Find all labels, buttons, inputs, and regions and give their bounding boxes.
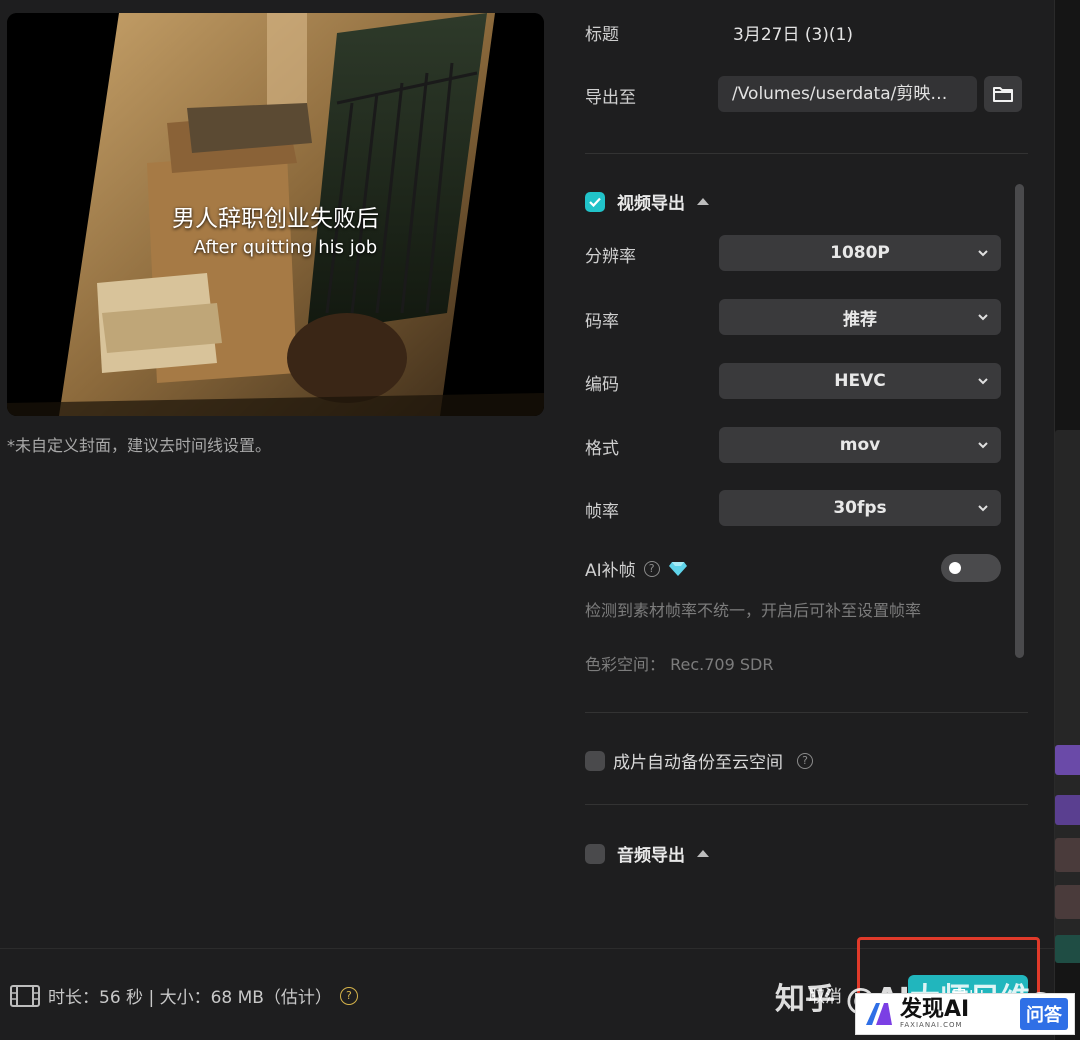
title-label: 标题 <box>585 25 619 45</box>
export-info: 时长：56 秒 | 大小：68 MB（估计） ? <box>10 983 358 1008</box>
codec-value: HEVC <box>834 371 886 391</box>
cloud-backup-row[interactable]: 成片自动备份至云空间 ? <box>585 748 813 773</box>
audio-export-header[interactable]: 音频导出 <box>585 841 709 866</box>
title-value[interactable]: 3月27日 (3)(1) <box>733 20 853 45</box>
ai-frame-label: AI补帧 <box>585 561 636 581</box>
framerate-value: 30fps <box>833 498 887 518</box>
chevron-down-icon <box>978 250 988 257</box>
resolution-value: 1080P <box>830 243 890 263</box>
export-to-label: 导出至 <box>585 88 636 108</box>
help-icon[interactable]: ? <box>339 986 358 1005</box>
format-label: 格式 <box>585 439 619 459</box>
divider <box>585 153 1028 154</box>
film-icon <box>10 984 40 1007</box>
faxianai-logo: 发现AI FAXIANAI.COM 问答 <box>855 993 1075 1035</box>
bitrate-select[interactable]: 推荐 <box>719 299 1001 335</box>
resolution-label: 分辨率 <box>585 247 636 267</box>
audio-export-title: 音频导出 <box>617 846 685 866</box>
video-export-header[interactable]: 视频导出 <box>585 189 709 214</box>
divider <box>585 804 1028 805</box>
cloud-backup-checkbox[interactable] <box>585 750 605 771</box>
video-export-checkbox[interactable] <box>585 191 605 212</box>
collapse-caret-icon[interactable] <box>697 850 709 857</box>
chevron-down-icon <box>978 314 988 321</box>
video-preview: 男人辞职创业失败后 After quitting his job <box>7 13 544 416</box>
caption-chinese: 男人辞职创业失败后 <box>172 206 379 232</box>
logo-ask-badge: 问答 <box>1020 998 1068 1030</box>
resolution-select[interactable]: 1080P <box>719 235 1001 271</box>
bitrate-label: 码率 <box>585 312 619 332</box>
format-select[interactable]: mov <box>719 427 1001 463</box>
settings-scrollbar[interactable] <box>1015 184 1024 658</box>
export-path-field[interactable]: /Volumes/userdata/剪映… <box>718 76 977 112</box>
codec-select[interactable]: HEVC <box>719 363 1001 399</box>
logo-brand: 发现AI <box>900 997 970 1022</box>
bitrate-value: 推荐 <box>843 309 877 330</box>
collapse-caret-icon[interactable] <box>697 198 709 205</box>
framerate-hint: 检测到素材帧率不统一，开启后可补至设置帧率 <box>585 601 922 620</box>
help-icon[interactable]: ? <box>797 752 813 769</box>
video-export-title: 视频导出 <box>617 194 685 214</box>
framerate-select[interactable]: 30fps <box>719 490 1001 526</box>
diamond-vip-icon <box>668 561 687 576</box>
faxianai-logo-icon <box>866 1003 892 1025</box>
chevron-down-icon <box>978 442 988 449</box>
browse-folder-button[interactable] <box>984 76 1022 112</box>
audio-export-checkbox[interactable] <box>585 843 605 864</box>
caption-english: After quitting his job <box>193 237 378 258</box>
toggle-knob <box>949 562 961 574</box>
chevron-down-icon <box>978 505 988 512</box>
background-timeline-edge <box>1054 0 1080 1040</box>
cloud-backup-label: 成片自动备份至云空间 <box>613 753 783 773</box>
codec-label: 编码 <box>585 375 619 395</box>
duration-size-text: 时长：56 秒 | 大小：68 MB（估计） <box>48 988 332 1008</box>
cover-note: *未自定义封面，建议去时间线设置。 <box>7 436 272 455</box>
help-icon[interactable]: ? <box>643 560 660 577</box>
ai-frame-row: AI补帧 ? <box>585 556 688 581</box>
color-space-info: 色彩空间： Rec.709 SDR <box>585 655 774 674</box>
chevron-down-icon <box>978 378 988 385</box>
ai-frame-toggle[interactable] <box>941 554 1001 582</box>
framerate-label: 帧率 <box>585 502 619 522</box>
format-value: mov <box>839 435 881 455</box>
divider <box>585 712 1028 713</box>
logo-subtitle: FAXIANAI.COM <box>900 1021 963 1029</box>
folder-icon <box>993 87 1013 102</box>
check-icon <box>589 197 601 207</box>
